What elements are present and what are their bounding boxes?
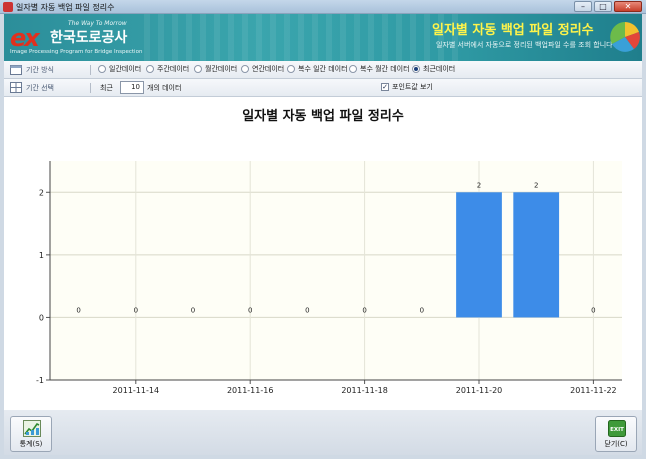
point-value-checkbox[interactable]: ✓ 포인트값 보기 [381, 82, 433, 92]
radio-daily[interactable]: 일간데이터 [98, 64, 141, 74]
exit-icon: EXIT [608, 420, 626, 437]
grid-select-icon [10, 82, 22, 93]
brand-tagline: The Way To Morrow [68, 20, 127, 27]
radio-indicator[interactable] [349, 65, 357, 73]
data-label: 0 [248, 306, 252, 314]
window-title: 일자별 자동 백업 파일 정리수 [16, 3, 115, 12]
radio-indicator[interactable] [287, 65, 295, 73]
divider [90, 83, 91, 93]
calendar-icon [10, 65, 22, 75]
stats-button[interactable]: 통계(S) [10, 416, 52, 452]
recent-count-input[interactable]: 10 [120, 81, 144, 94]
x-tick-label: 2011-11-20 [456, 386, 503, 395]
data-label: 0 [362, 306, 366, 314]
x-tick-label: 2011-11-22 [570, 386, 617, 395]
radio-indicator[interactable] [146, 65, 154, 73]
close-button-label: 닫기(C) [604, 440, 628, 448]
program-name: Image Processing Program for Bridge Insp… [10, 49, 143, 55]
y-tick-label: 0 [39, 313, 44, 322]
data-label: 2 [477, 181, 481, 189]
bar [513, 192, 560, 318]
period-select-label: 기간 선택 [26, 84, 54, 92]
radio-indicator-selected[interactable] [412, 65, 420, 73]
bar-chart: 2 1 0 -1 2011-11-14 2011-11-16 2011-11-18 2011-… [36, 161, 622, 395]
y-tick-label: 2 [39, 188, 44, 197]
data-label: 0 [305, 306, 309, 314]
y-tick-label: 1 [39, 251, 44, 260]
recent-unit-label: 개의 데이터 [147, 84, 182, 92]
period-type-label: 기간 방식 [26, 66, 54, 74]
period-select-row: 기간 선택 최근 10 개의 데이터 ✓ 포인트값 보기 [4, 79, 642, 97]
chart-panel: 일자별 자동 백업 파일 정리수 2 1 0 -1 2011-11-14 2011-11-… [4, 97, 642, 410]
ex-logo: ex [10, 24, 40, 52]
data-label: 0 [134, 306, 138, 314]
checkbox-box[interactable]: ✓ [381, 83, 389, 91]
header-banner: ex The Way To Morrow 한국도로공사 Image Proces… [4, 14, 642, 61]
recent-label: 최근 [100, 84, 113, 92]
header-description: 일자별 서버에서 자동으로 정리된 백업파일 수를 조회 합니다 [436, 41, 613, 49]
data-label: 2 [534, 181, 538, 189]
x-tick-label: 2011-11-14 [113, 386, 160, 395]
period-type-row: 기간 방식 일간데이터 주간데이터 월간데이터 연간데이터 복수 일간 데이터 … [4, 61, 642, 79]
header-title: 일자별 자동 백업 파일 정리수 [432, 23, 594, 38]
radio-indicator[interactable] [98, 65, 106, 73]
footer-bar: 통계(S) EXIT 닫기(C) [4, 410, 642, 455]
minimize-button[interactable]: – [574, 1, 592, 12]
stats-button-label: 통계(S) [19, 440, 43, 448]
radio-multi-daily[interactable]: 복수 일간 데이터 [287, 64, 348, 74]
company-name: 한국도로공사 [50, 30, 128, 46]
data-label: 0 [76, 306, 80, 314]
maximize-button[interactable]: □ [594, 1, 612, 12]
x-tick-label: 2011-11-18 [341, 386, 388, 395]
data-label: 0 [420, 306, 424, 314]
radio-monthly[interactable]: 월간데이터 [194, 64, 237, 74]
close-window-button[interactable]: ✕ [614, 1, 642, 12]
window-controls: – □ ✕ [574, 1, 642, 12]
app-icon [3, 2, 13, 12]
exit-icon-text: EXIT [610, 427, 624, 433]
data-label: 0 [591, 306, 595, 314]
window-titlebar: 일자별 자동 백업 파일 정리수 – □ ✕ [0, 0, 646, 14]
radio-indicator[interactable] [194, 65, 202, 73]
bar [456, 192, 502, 318]
radio-recent[interactable]: 최근데이터 [412, 64, 455, 74]
pie-chart-icon [610, 22, 640, 52]
y-tick-label: -1 [36, 376, 44, 385]
x-tick-label: 2011-11-16 [227, 386, 274, 395]
divider [90, 65, 91, 75]
data-label: 0 [191, 306, 195, 314]
close-button[interactable]: EXIT 닫기(C) [595, 416, 637, 452]
radio-yearly[interactable]: 연간데이터 [241, 64, 284, 74]
radio-multi-monthly[interactable]: 복수 월간 데이터 [349, 64, 410, 74]
radio-indicator[interactable] [241, 65, 249, 73]
radio-weekly[interactable]: 주간데이터 [146, 64, 189, 74]
stats-chart-icon [23, 420, 41, 437]
